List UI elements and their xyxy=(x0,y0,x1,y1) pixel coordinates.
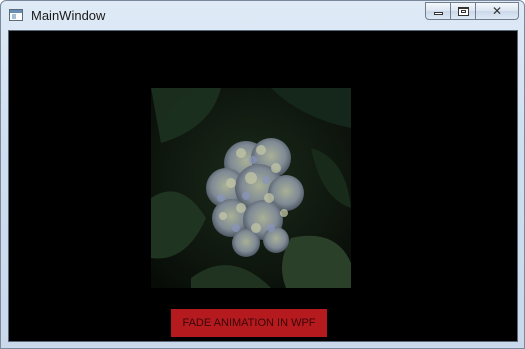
maximize-button[interactable] xyxy=(450,2,476,20)
title-bar[interactable]: MainWindow ✕ xyxy=(1,1,524,30)
close-button[interactable]: ✕ xyxy=(475,2,519,20)
fade-animation-button[interactable]: FADE ANIMATION IN WPF xyxy=(171,309,327,337)
window-app-icon[interactable] xyxy=(9,9,23,21)
close-icon: ✕ xyxy=(491,4,503,18)
client-area: FADE ANIMATION IN WPF xyxy=(8,30,518,342)
minimize-button[interactable] xyxy=(425,2,451,20)
hydrangea-image xyxy=(151,88,351,288)
hydrangea-picture xyxy=(151,88,351,288)
minimize-icon xyxy=(434,12,443,15)
main-window: MainWindow ✕ FADE ANIMATION IN WPF xyxy=(0,0,525,349)
caption-buttons: ✕ xyxy=(425,2,519,20)
maximize-icon xyxy=(458,7,469,16)
window-title: MainWindow xyxy=(31,8,106,23)
